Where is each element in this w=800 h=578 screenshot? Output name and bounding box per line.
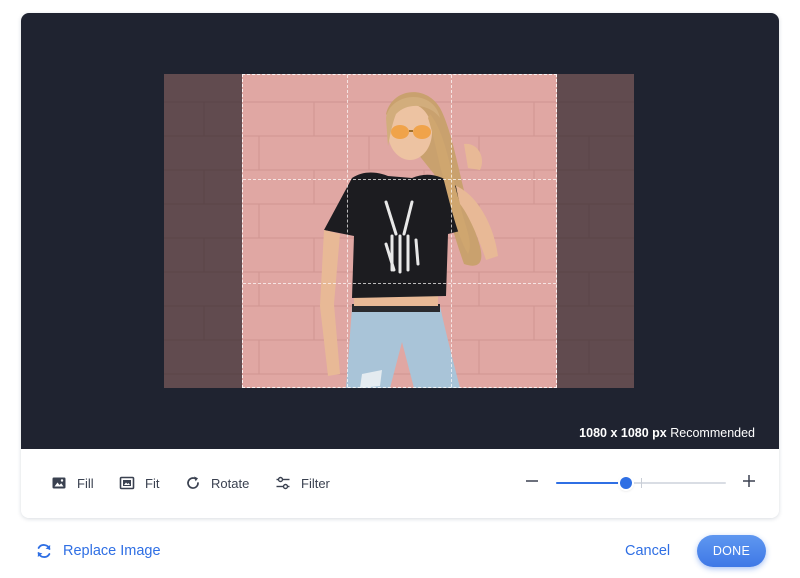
rotate-label: Rotate xyxy=(211,475,250,491)
fill-button[interactable]: Fill xyxy=(51,474,94,492)
image-icon xyxy=(52,477,66,489)
crop-grid-line xyxy=(451,75,453,387)
zoom-slider-thumb[interactable] xyxy=(619,477,632,489)
rotate-icon xyxy=(187,476,199,489)
crop-mask-left xyxy=(164,74,242,388)
replace-image-button[interactable]: Replace Image xyxy=(35,542,161,560)
crop-grid-line xyxy=(243,282,556,284)
recommended-size: 1080 x 1080 px xyxy=(579,426,667,440)
fit-icon xyxy=(119,476,135,490)
cancel-button[interactable]: Cancel xyxy=(625,543,670,559)
size-recommendation: 1080 x 1080 px Recommended xyxy=(579,426,755,440)
fit-button[interactable]: Fit xyxy=(119,474,159,492)
image-canvas: 1080 x 1080 px Recommended xyxy=(21,13,779,449)
zoom-slider-tick xyxy=(641,478,642,488)
zoom-slider[interactable] xyxy=(556,477,726,489)
image-toolbar: Fill Fit Rotate Filter xyxy=(21,449,779,518)
crop-grid-line xyxy=(243,178,556,180)
recommended-label: Recommended xyxy=(670,426,755,440)
refresh-icon xyxy=(37,544,51,558)
zoom-out-button[interactable] xyxy=(524,473,540,489)
crop-box[interactable] xyxy=(242,74,557,388)
zoom-in-button[interactable] xyxy=(741,473,757,489)
filter-label: Filter xyxy=(301,475,330,491)
zoom-slider-fill xyxy=(556,482,626,484)
fill-label: Fill xyxy=(77,475,94,491)
dialog-footer: Replace Image Cancel DONE xyxy=(0,520,800,578)
fit-label: Fit xyxy=(145,475,160,491)
filter-button[interactable]: Filter xyxy=(275,474,330,492)
done-button[interactable]: DONE xyxy=(697,535,766,567)
rotate-button[interactable]: Rotate xyxy=(185,474,249,492)
image-frame xyxy=(164,74,634,388)
crop-grid-line xyxy=(347,75,349,387)
sliders-icon xyxy=(276,476,290,490)
replace-image-label: Replace Image xyxy=(63,543,161,559)
crop-mask-right xyxy=(557,74,634,388)
image-editor-card: 1080 x 1080 px Recommended Fill Fit Rota… xyxy=(21,13,779,518)
